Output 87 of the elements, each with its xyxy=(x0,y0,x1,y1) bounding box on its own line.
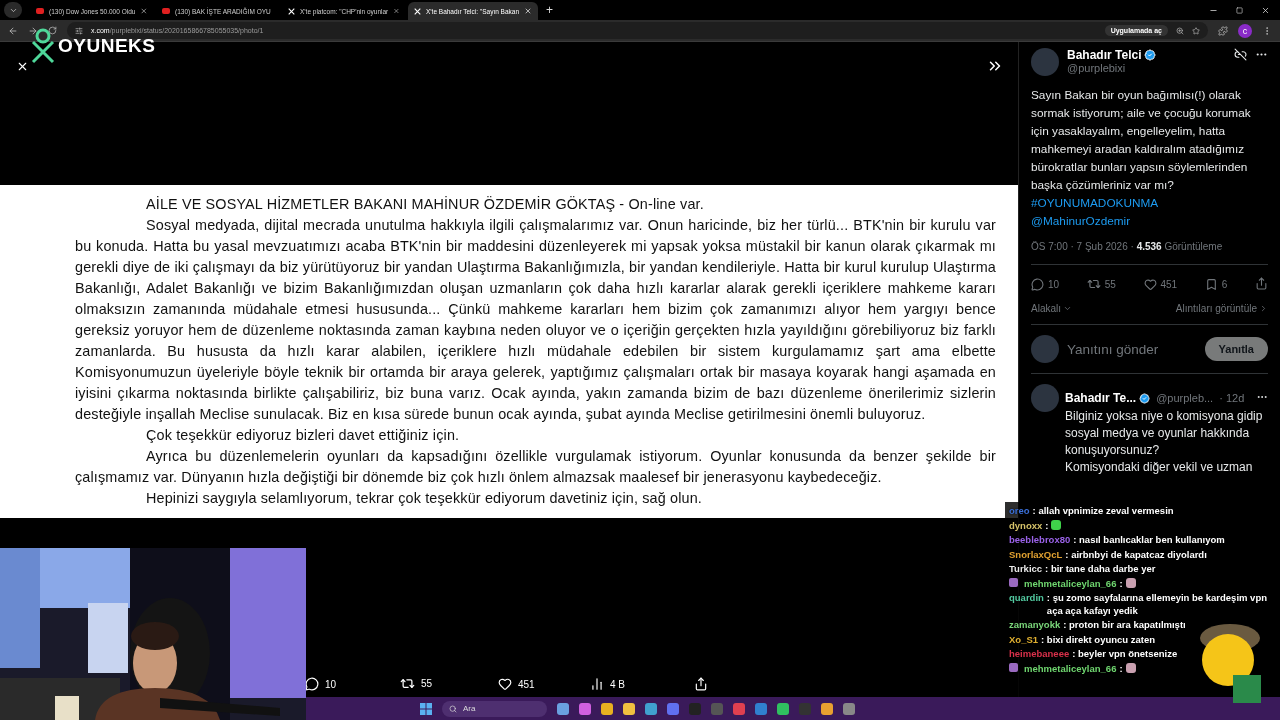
chat-username: quardin xyxy=(1009,592,1044,605)
chevron-right-icon xyxy=(1259,304,1268,313)
extensions-icon[interactable] xyxy=(1218,25,1228,36)
tweet-text: Sayın Bakan bir oyun bağımlısı(!) olarak sormak istiyorum; aile ve çocuğu korumak için yasaklayalım, engelleyelim, hatta mahkemeyi aradan kaldıralım atadığımız bürokratlar bunları yapsın söylemlerinden başka çözümleriniz var mı? xyxy=(1031,87,1252,194)
author-name[interactable]: Bahadır Telci xyxy=(1067,48,1226,62)
document-paragraph: Sosyal medyada, dijital mecrada unutulma hakkıyla ilgili çalışmalarımız var. Onun haricinde, biz her türlü... BTK'nin bir kurulu var bu konuda. Hatta bu yasal mevzuatımızı acaba BTK'nin bir maddesini düzenleyerek mi yapsak yoksa müstakil bir kanun olarak çıkarmak mı gerekli diye de iki çalışmayı da biz yürütüyoruz bir yandan Ulaştırma Bakanlığımızla, bir yandan kendileriyle. Hatta bir kurul kurulup Ulaştırma Bakanlığı, Adalet Bakanlığı ve bizim Bakanlığımızdan oluşan uzmanların çok daha hızlı kararlar alarak gerekli içeriklere mahkeme kararı olmaksızın zamanında müdahale etmesi hususunda... Çünkü mahkeme kararları hem bizim çok zamanımızı alıyor hem yargıyı bence gereksiz yoruyor hem de düzenleme noktasında zaman kaybına neden oluyor ve o içeriğin gerçekten hızla yayıldığını görebiliyoruz biz farklı zamanlarda. Bu hususta da hızlı karar alabilen, içeriklere hızlı müdahale edebilen bir sistem kurgulamamız şart ama elbette Komisyonumuzun üyeleriyle böyle teknik bir ortamda bir araya gelerek, yaptığımız çalışmaları ortak bir masaya koyarak hangi aşamada en iyisini çıkarma noktasında birlikte çalışabiliriz, biz buna varız. Ocak ayında, yakın zamanda bizim de bazı düzenleme önerilerimiz sizlerin desteğiyle inşallah Meclise sunulacak. Biz en kısa sürede bunun ocak ayında, şubat ayında Meclise getirilmesini önemli buluyoruz. xyxy=(75,216,996,424)
chat-username: mehmetaliceylan_66 xyxy=(1024,662,1117,675)
views-icon[interactable] xyxy=(590,677,604,691)
chat-message: : proton bir ara kapatılmıştı xyxy=(1063,619,1186,632)
reply-text: Komisyondaki diğer vekil ve uzman xyxy=(1064,459,1254,476)
reply-count: 10 xyxy=(325,678,337,690)
app-icon[interactable] xyxy=(755,702,767,715)
document-paragraph: Çok teşekkür ediyoruz bizleri davet ettiğiniz için. xyxy=(145,426,461,445)
reload-icon[interactable] xyxy=(48,26,57,35)
chat-message: : xyxy=(1045,519,1049,532)
chat-message: : bir tane daha darbe yer xyxy=(1045,563,1156,576)
like-icon[interactable] xyxy=(498,677,512,691)
back-icon[interactable] xyxy=(8,25,18,36)
chat-username: mehmetaliceylan_66 xyxy=(1024,577,1117,590)
video-icon xyxy=(36,8,44,14)
app-icon[interactable] xyxy=(579,702,591,715)
reply-count: 10 xyxy=(1048,278,1060,290)
app-icon[interactable] xyxy=(557,702,569,715)
view-count: 4 B xyxy=(610,678,625,690)
chat-username: SnorlaxQcL xyxy=(1009,548,1063,561)
author-handle[interactable]: @purplebixi xyxy=(1067,62,1226,74)
close-icon[interactable] xyxy=(1261,5,1270,15)
logo-figure-icon xyxy=(30,28,56,64)
x-logo-icon xyxy=(414,7,421,15)
star-icon[interactable] xyxy=(1192,26,1200,35)
chat-username: zamanyokk xyxy=(1009,619,1061,632)
chat-message: : airbnbyi de kapatcaz diyolardı xyxy=(1065,548,1207,561)
author-handle[interactable]: @purpleb... xyxy=(1156,392,1214,404)
avatar xyxy=(1031,335,1059,363)
chat-username: oreo xyxy=(1009,505,1030,518)
author-name[interactable]: Bahadır Te... xyxy=(1065,391,1151,405)
taskbar-search[interactable]: Ara xyxy=(442,700,547,717)
app-icon[interactable] xyxy=(623,702,635,715)
new-tab-button[interactable]: + xyxy=(546,3,553,17)
app-icon[interactable] xyxy=(843,702,855,715)
chat-username: beeblebrox80 xyxy=(1009,534,1071,547)
chat-username: Turkicc xyxy=(1009,563,1043,576)
app-icon[interactable] xyxy=(601,702,613,715)
chat-message: : beyler vpn önetsenize xyxy=(1072,648,1178,661)
x-logo-icon xyxy=(288,7,295,15)
app-icon[interactable] xyxy=(645,702,657,715)
repost-icon[interactable] xyxy=(400,676,415,691)
chat-message: : xyxy=(1119,662,1123,675)
zoom-icon xyxy=(1176,26,1184,35)
tweet-meta: ÖS 7:00 · 7 Şub 2026 · 4.536 Görüntüleme xyxy=(1031,241,1224,252)
document-paragraph: Ayrıca bu düzenlemelerin oyunları da kapsadığını özellikle vurgulamak istiyorum. Oyunlar konusunda da benzer şekilde bir çalışmamız var. Dünyanın hızla değiştiği bir dönemde biz çok hızlı önlem almazsak maalesef bir jenerasyonu kaybedeceğiz. xyxy=(75,447,996,487)
sort-dropdown[interactable]: Alakalı xyxy=(1031,303,1061,314)
chat-message: : şu zomo sayfalarına ellemeyin be kardeşim vpn aça aça kafayı yedik xyxy=(1046,592,1268,617)
app-icon[interactable] xyxy=(733,702,745,715)
app-icon[interactable] xyxy=(777,702,789,715)
profile-avatar[interactable]: c xyxy=(1238,23,1252,38)
forward-icon[interactable] xyxy=(28,25,38,36)
document-heading: AİLE VE SOSYAL HİZMETLER BAKANI MAHİNUR ÖZDEMİR GÖKTAŞ - On-line var. xyxy=(145,195,705,214)
post-time: · 12d xyxy=(1219,392,1245,404)
bookmark-count: 6 xyxy=(1221,278,1228,290)
chat-username: Xo_S1 xyxy=(1009,633,1039,646)
chat-message: : nasıl banlıcaklar ben kullanıyom xyxy=(1073,534,1225,547)
chevron-down-icon xyxy=(1063,304,1072,313)
document-paragraph: Hepinizi saygıyla selamlıyorum, tekrar çok teşekkür ediyorum davetiniz için, sağ olun. xyxy=(145,489,703,508)
app-icon[interactable] xyxy=(667,702,679,715)
chat-message: : xyxy=(1119,577,1123,590)
repost-count: 55 xyxy=(421,678,433,689)
site-settings-icon xyxy=(75,26,83,35)
view-quotes-link[interactable]: Alıntıları görüntüle xyxy=(1175,303,1257,314)
hashtag-link[interactable]: #OYUNUMADOKUNMA xyxy=(1031,194,1268,212)
chat-message: : bixi direkt oyuncu zaten xyxy=(1041,633,1156,646)
chat-username: dynoxx xyxy=(1009,519,1043,532)
chat-username: heimebaneee xyxy=(1009,648,1070,661)
bookmark-icon[interactable] xyxy=(1204,277,1218,291)
mention-link[interactable]: @MahinurOzdemir xyxy=(1031,212,1268,230)
video-icon xyxy=(162,8,170,14)
close-icon[interactable] xyxy=(16,60,29,73)
repost-count: 55 xyxy=(1104,278,1116,290)
search-icon xyxy=(449,704,457,713)
share-icon[interactable] xyxy=(694,677,708,691)
chat-message: : allah vpnimize zeval vermesin xyxy=(1032,505,1174,518)
restore-icon[interactable] xyxy=(1236,6,1243,14)
like-count: 451 xyxy=(518,678,535,690)
app-icon[interactable] xyxy=(821,702,833,715)
reply-text: Bilginiz yoksa niye o komisyona gidip sosyal medya ve oyunlar hakkında konuşuyorsunuz? xyxy=(1064,408,1264,459)
like-count: 451 xyxy=(1160,278,1178,290)
windows-logo-icon[interactable] xyxy=(420,702,432,715)
